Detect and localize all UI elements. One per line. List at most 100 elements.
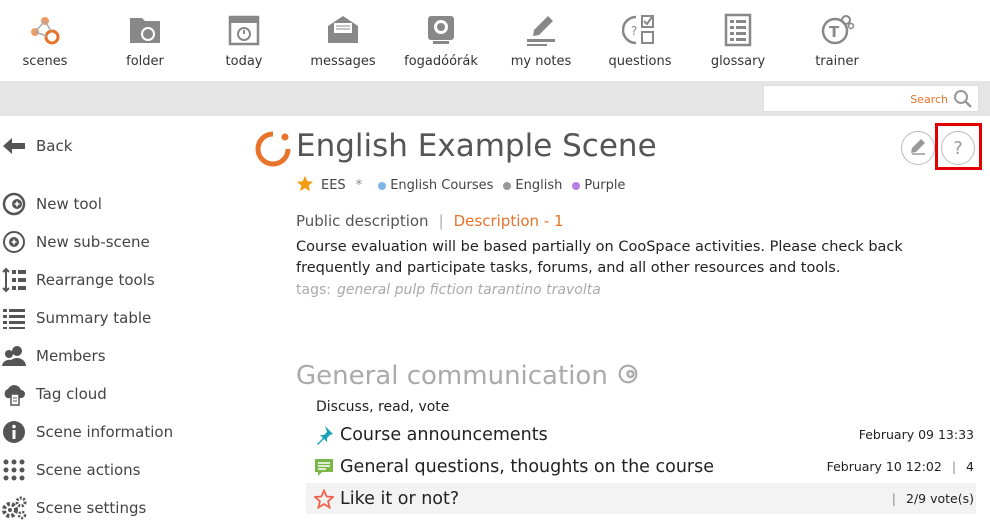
search-bar: Search (0, 82, 990, 116)
edit-button[interactable] (901, 131, 935, 165)
meta-tag[interactable]: Purple (572, 178, 625, 193)
scene-description: Course evaluation will be based partiall… (296, 239, 903, 276)
favorite-star-icon[interactable] (296, 175, 314, 196)
members-icon (0, 342, 28, 370)
search-input[interactable]: Search (763, 85, 979, 112)
folder-icon (127, 12, 163, 48)
sidebar-item-label: Back (36, 137, 73, 155)
pencil-icon (523, 12, 559, 48)
sidebar-item-rearrange-tools[interactable]: Rearrange tools (0, 265, 155, 295)
tag-dot (378, 181, 387, 190)
tag-label: Purple (584, 178, 626, 193)
toolbar-label: my notes (510, 54, 572, 69)
arrow-left-icon (0, 132, 28, 160)
info-icon (0, 418, 28, 446)
toolbar-label: glossary (710, 54, 766, 69)
tab-public-description[interactable]: Public description (296, 212, 429, 230)
scene-short-name: EES (321, 178, 346, 193)
glossary-icon (720, 12, 756, 48)
tag-cloud-icon (0, 380, 28, 408)
toolbar-folder[interactable]: folder (100, 12, 190, 69)
scene-asterisk: * (355, 178, 363, 193)
list-item-title: Course announcements (340, 424, 548, 445)
toolbar-label: today (225, 54, 263, 69)
toolbar-label: folder (126, 54, 164, 69)
scene-logo-icon (254, 130, 292, 172)
list-item[interactable]: Like it or not? | 2/9 vote(s) (306, 483, 976, 514)
sidebar-item-new-sub-scene[interactable]: New sub-scene (0, 227, 150, 257)
toolbar-questions[interactable]: ? questions (595, 12, 685, 69)
toolbar-scenes[interactable]: scenes (0, 12, 90, 69)
webcam-icon (423, 12, 459, 48)
sidebar-item-label: Tag cloud (36, 385, 107, 403)
sidebar-item-label: New tool (36, 195, 102, 213)
sidebar-item-scene-information[interactable]: Scene information (0, 417, 173, 447)
search-icon[interactable] (953, 89, 973, 113)
meta-tag[interactable]: English (503, 178, 562, 193)
sidebar-item-label: Scene actions (36, 461, 141, 479)
envelope-icon (325, 12, 361, 48)
tag-dot (503, 181, 512, 190)
add-tool-icon (0, 190, 28, 218)
list-item[interactable]: Course announcements February 09 13:33 (306, 419, 976, 450)
tag-dot (572, 181, 581, 190)
toolbar-label: questions (608, 54, 672, 69)
sidebar-item-tag-cloud[interactable]: Tag cloud (0, 379, 107, 409)
toolbar-fogadoorak[interactable]: fogadóórák (396, 12, 486, 69)
sidebar-item-summary-table[interactable]: Summary table (0, 303, 151, 333)
toolbar-label: scenes (22, 54, 68, 69)
sidebar-item-scene-actions[interactable]: Scene actions (0, 455, 141, 485)
vote-star-icon (312, 487, 336, 511)
tab-description[interactable]: Description - 1 (454, 212, 564, 230)
scene-tags: tags: general pulp fiction tarantino trav… (296, 282, 601, 298)
pencil-icon (909, 137, 927, 159)
section-subtitle: Discuss, read, vote (316, 399, 450, 415)
list-item-title: General questions, thoughts on the cours… (340, 456, 715, 477)
meta-tag[interactable]: English Courses (378, 178, 493, 193)
svg-text:T: T (829, 23, 840, 41)
sidebar-item-back[interactable]: Back (0, 131, 72, 161)
add-circle-icon (0, 228, 28, 256)
list-item[interactable]: General questions, thoughts on the cours… (306, 451, 976, 482)
scenes-icon (27, 12, 63, 48)
list-item-count: 2/9 vote(s) (906, 491, 974, 506)
add-tool-icon[interactable] (618, 361, 638, 391)
main-content: English Example Scene EES * English Cour… (250, 116, 990, 527)
sidebar-item-label: New sub-scene (36, 233, 150, 251)
tags-list[interactable]: general pulp fiction tarantino travolta (337, 282, 601, 298)
help-button[interactable]: ? (941, 131, 975, 165)
toolbar-glossary[interactable]: glossary (693, 12, 783, 69)
sidebar-item-label: Scene information (36, 423, 174, 441)
toolbar-label: messages (310, 54, 376, 69)
search-placeholder: Search (910, 93, 948, 106)
question-icon: ? (953, 137, 963, 159)
grid-dots-icon (0, 456, 28, 484)
list-item-count: 4 (966, 459, 974, 474)
svg-text:?: ? (631, 24, 637, 38)
toolbar-messages[interactable]: messages (298, 12, 388, 69)
list-item-meta: February 10 12:02 | 4 (826, 459, 974, 474)
toolbar-label: fogadóórák (404, 54, 478, 69)
forum-icon (312, 455, 336, 479)
rearrange-icon (0, 266, 28, 294)
pin-icon (312, 423, 336, 447)
list-item-date: February 09 13:33 (858, 427, 974, 442)
trainer-icon: T (819, 12, 855, 48)
sidebar-item-members[interactable]: Members (0, 341, 106, 371)
toolbar-today[interactable]: today (199, 12, 289, 69)
tag-label: English (515, 178, 563, 193)
list-item-meta: February 09 13:33 (859, 427, 974, 442)
sidebar-item-new-tool[interactable]: New tool (0, 189, 102, 219)
toolbar-my-notes[interactable]: my notes (496, 12, 586, 69)
calendar-icon (226, 12, 262, 48)
toolbar-label: trainer (815, 54, 859, 69)
section-title: General communication (296, 361, 608, 391)
description-tabs: Public description | Description - 1 (296, 212, 564, 230)
sidebar-item-label: Rearrange tools (36, 271, 155, 289)
toolbar-trainer[interactable]: T trainer (792, 12, 882, 69)
sidebar-item-scene-settings[interactable]: Scene settings (0, 493, 146, 523)
scene-meta: EES * English Courses English Purple (296, 175, 625, 196)
list-item-title: Like it or not? (340, 488, 460, 509)
tab-separator: | (438, 212, 444, 230)
questions-icon: ? (622, 12, 658, 48)
